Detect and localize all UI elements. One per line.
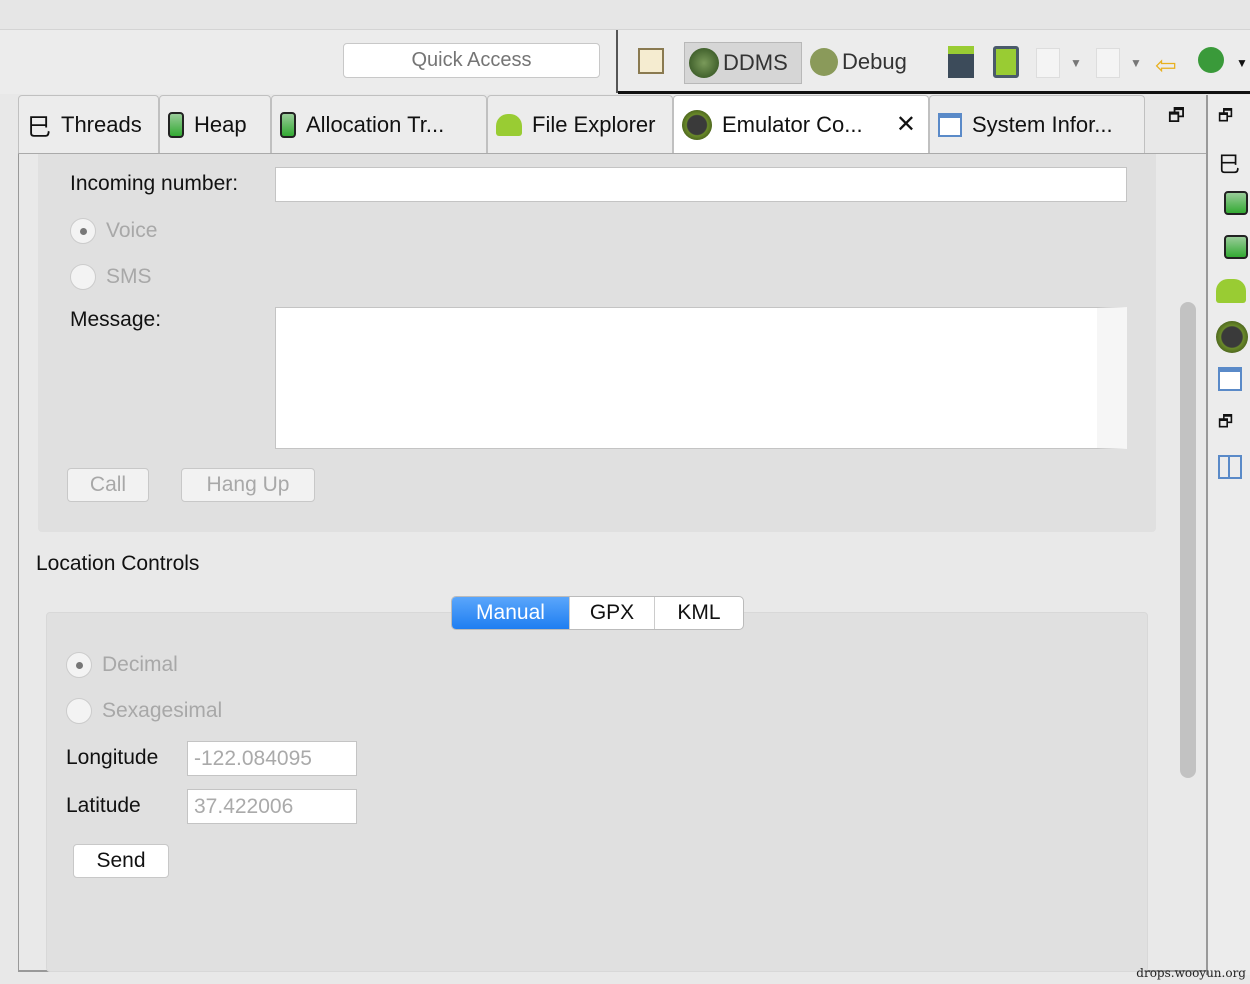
vertical-scrollbar[interactable] bbox=[1180, 302, 1196, 778]
restore-icon[interactable]: 🗗 bbox=[1218, 105, 1242, 129]
back-arrow-icon[interactable]: ⇦ bbox=[1155, 50, 1177, 81]
ddms-label: DDMS bbox=[723, 50, 788, 75]
dropdown-arrow-icon[interactable]: ▼ bbox=[1130, 56, 1142, 70]
radio-button[interactable] bbox=[66, 652, 92, 678]
watermark: drops.wooyun.org bbox=[1136, 966, 1246, 980]
tab-system-information[interactable]: System Infor... bbox=[929, 95, 1145, 153]
minimized-views-bar: 🗗 ⺒ 🗗 bbox=[1206, 95, 1250, 975]
decimal-label: Decimal bbox=[102, 653, 178, 676]
tab-label: Threads bbox=[61, 111, 142, 137]
radio-button[interactable] bbox=[70, 264, 96, 290]
voice-radio[interactable]: Voice bbox=[70, 218, 157, 244]
android-icon[interactable] bbox=[1216, 279, 1246, 303]
ddms-icon bbox=[689, 48, 719, 78]
threads-icon[interactable]: ⺒ bbox=[1218, 147, 1242, 177]
toolbar-underline bbox=[618, 91, 1250, 94]
push-file-icon[interactable] bbox=[1096, 48, 1120, 78]
ddms-perspective-button[interactable]: DDMS bbox=[684, 42, 802, 84]
allocation-icon[interactable] bbox=[1224, 235, 1248, 259]
bug-icon bbox=[810, 48, 838, 76]
incoming-number-input[interactable] bbox=[275, 167, 1127, 202]
debug-label: Debug bbox=[842, 49, 907, 74]
message-textarea[interactable] bbox=[275, 307, 1127, 449]
tab-emulator-control[interactable]: Emulator Co... ✕ bbox=[673, 95, 929, 153]
tab-manual[interactable]: Manual bbox=[452, 597, 570, 629]
location-mode-tabs: Manual GPX KML bbox=[451, 596, 744, 630]
send-button[interactable]: Send bbox=[73, 844, 169, 878]
restore-icon[interactable]: 🗗 bbox=[1218, 411, 1242, 435]
tab-label: Allocation Tr... bbox=[306, 111, 445, 137]
main-toolbar: DDMS Debug ▼ ▼ ⇦ ▼ bbox=[0, 30, 1250, 94]
latitude-label: Latitude bbox=[66, 794, 141, 817]
android-icon bbox=[496, 113, 522, 136]
heap-icon[interactable] bbox=[1224, 191, 1248, 215]
dropdown-arrow-icon[interactable]: ▼ bbox=[1236, 56, 1248, 70]
heap-icon bbox=[168, 111, 184, 138]
layout-icon[interactable] bbox=[1218, 455, 1242, 479]
tab-allocation-tracker[interactable]: Allocation Tr... bbox=[271, 95, 487, 153]
close-icon[interactable]: ✕ bbox=[896, 110, 916, 139]
tab-label: System Infor... bbox=[972, 111, 1113, 137]
tab-gpx[interactable]: GPX bbox=[570, 597, 655, 629]
restore-icon[interactable]: 🗗 bbox=[1168, 103, 1185, 133]
sms-label: SMS bbox=[106, 265, 152, 288]
radio-button[interactable] bbox=[66, 698, 92, 724]
threads-icon: ⺒ bbox=[27, 114, 51, 141]
tab-label: Heap bbox=[194, 111, 247, 137]
allocation-icon bbox=[280, 111, 296, 138]
sexagesimal-radio[interactable]: Sexagesimal bbox=[66, 698, 222, 724]
tab-label: File Explorer bbox=[532, 111, 656, 137]
sms-radio[interactable]: SMS bbox=[70, 264, 152, 290]
android-install-icon[interactable] bbox=[948, 46, 974, 78]
tab-heap[interactable]: Heap bbox=[159, 95, 271, 153]
tab-file-explorer[interactable]: File Explorer bbox=[487, 95, 673, 153]
pull-file-icon[interactable] bbox=[1036, 48, 1060, 78]
message-label: Message: bbox=[70, 308, 162, 331]
tab-threads[interactable]: ⺒ Threads bbox=[18, 95, 159, 153]
incoming-number-label: Incoming number: bbox=[70, 172, 239, 195]
quick-access-input[interactable] bbox=[343, 43, 600, 78]
longitude-label: Longitude bbox=[66, 746, 159, 769]
latitude-input[interactable] bbox=[187, 789, 357, 824]
debug-perspective-button[interactable]: Debug bbox=[810, 48, 907, 76]
voice-label: Voice bbox=[106, 219, 158, 242]
call-button[interactable]: Call bbox=[67, 468, 149, 502]
toolbar-divider bbox=[616, 30, 618, 93]
emulator-icon bbox=[682, 109, 712, 140]
window-icon bbox=[938, 112, 962, 137]
run-external-tools-icon[interactable] bbox=[1198, 47, 1224, 73]
dropdown-arrow-icon[interactable]: ▼ bbox=[1070, 56, 1082, 70]
tab-kml[interactable]: KML bbox=[655, 597, 743, 629]
view-tabs: ⺒ Threads Heap Allocation Tr... File Expl… bbox=[18, 95, 1208, 154]
sexagesimal-label: Sexagesimal bbox=[102, 699, 223, 722]
window-icon[interactable] bbox=[1218, 367, 1242, 391]
location-controls-heading: Location Controls bbox=[36, 552, 200, 575]
open-perspective-icon[interactable] bbox=[638, 48, 664, 74]
emulator-icon[interactable] bbox=[1216, 321, 1248, 353]
tab-label: Emulator Co... bbox=[722, 111, 863, 137]
android-device-icon[interactable] bbox=[993, 46, 1019, 78]
radio-button[interactable] bbox=[70, 218, 96, 244]
decimal-radio[interactable]: Decimal bbox=[66, 652, 178, 678]
title-strip bbox=[0, 0, 1250, 30]
hang-up-button[interactable]: Hang Up bbox=[181, 468, 315, 502]
longitude-input[interactable] bbox=[187, 741, 357, 776]
